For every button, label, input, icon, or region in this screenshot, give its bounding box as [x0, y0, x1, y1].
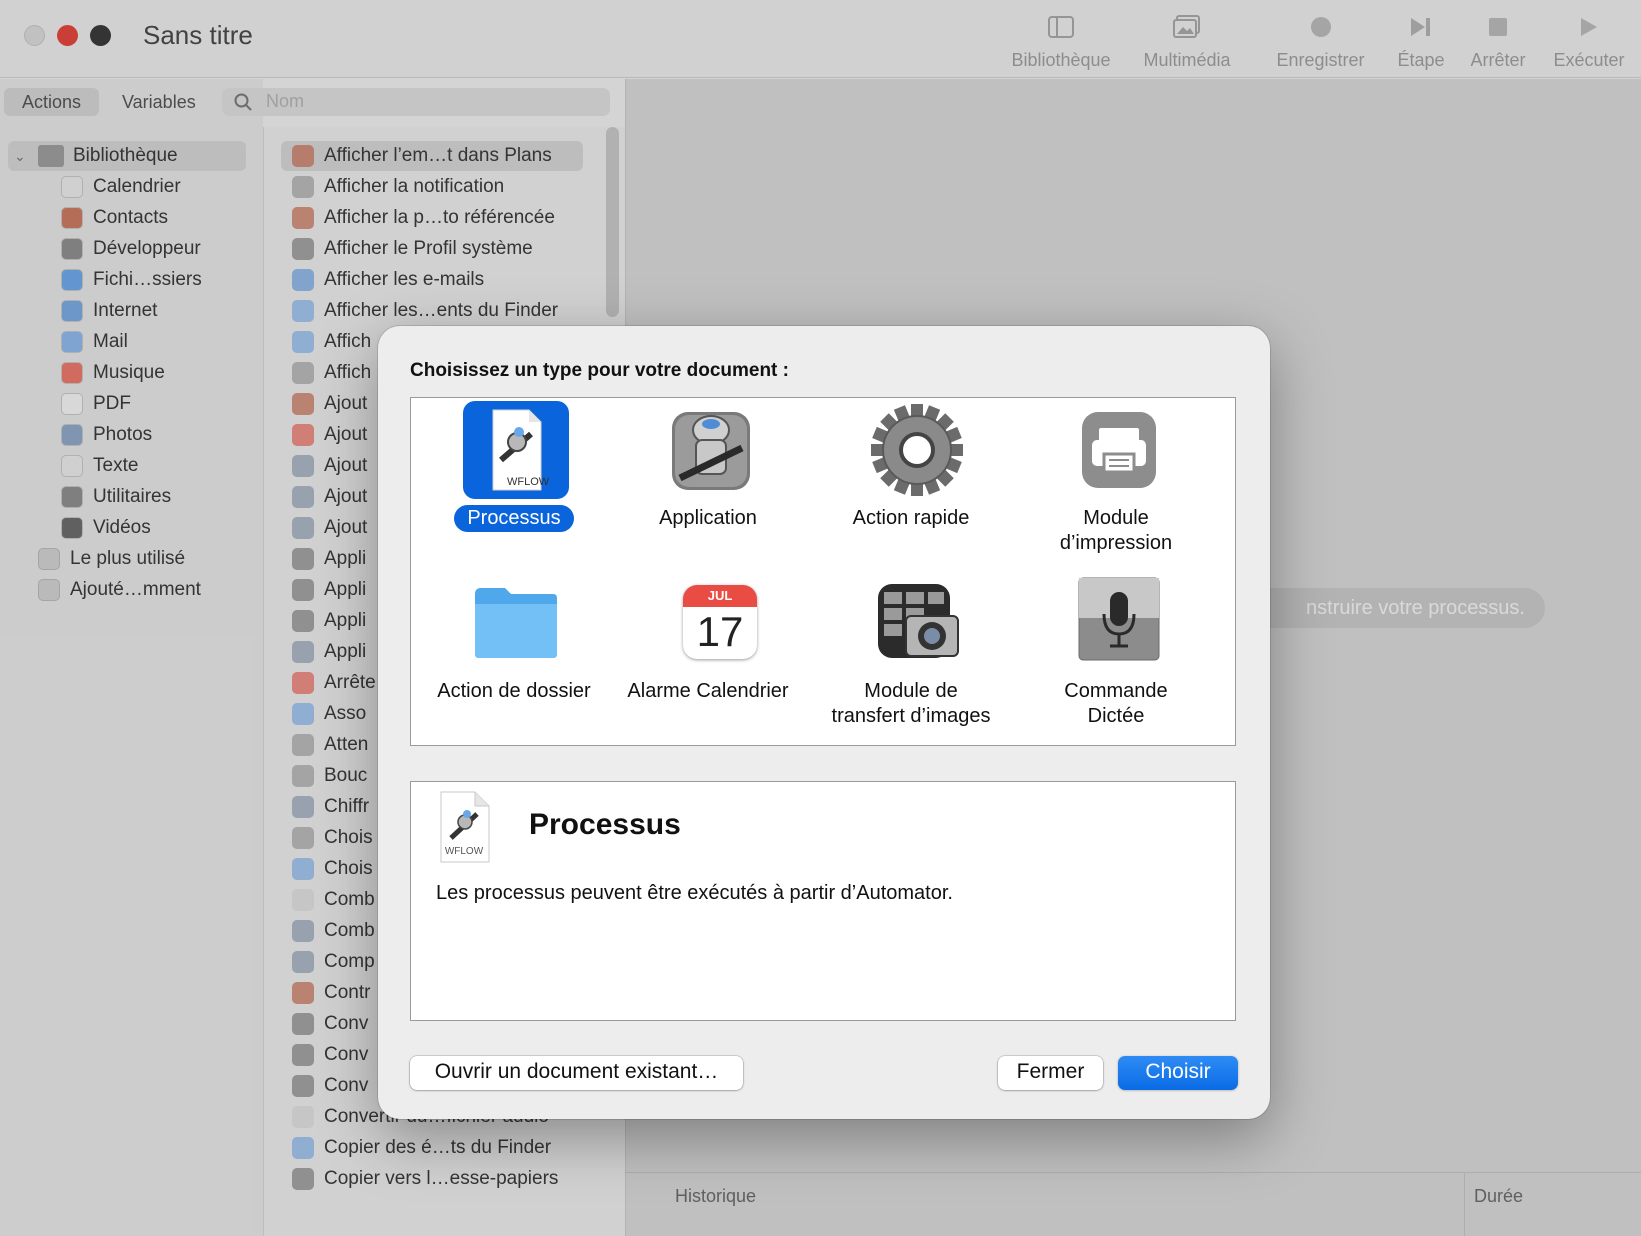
type-calendar-alarm-label: Alarme Calendrier [627, 680, 789, 702]
automator-robot-icon [672, 412, 750, 490]
description-title: Processus [529, 808, 681, 841]
type-quick-action[interactable]: Action rapide [809, 505, 1013, 532]
printer-icon [1082, 412, 1156, 488]
type-application-label: Application [659, 507, 757, 529]
description-wflow-tag: WFLOW [444, 846, 484, 857]
type-application[interactable]: Application [606, 505, 810, 532]
image-capture-icon [878, 584, 959, 658]
dialog-title: Choisissez un type pour votre document : [410, 360, 789, 381]
choose-button[interactable]: Choisir [1118, 1056, 1238, 1090]
type-description-panel: WFLOW Processus Les processus peuvent êt… [410, 781, 1236, 1021]
microphone-icon [1078, 577, 1160, 661]
calendar-month: JUL [683, 585, 757, 607]
type-processus-label: Processus [454, 505, 574, 532]
calendar-day: 17 [696, 608, 744, 655]
type-folder-action[interactable]: Action de dossier [412, 678, 616, 705]
folder-icon [475, 588, 557, 658]
type-image-capture-label: Module de transfert d’images [831, 680, 991, 727]
wflow-tag: WFLOW [507, 476, 550, 488]
gear-icon [871, 404, 963, 496]
type-processus[interactable]: Processus [412, 505, 616, 532]
type-dictation-command[interactable]: Commande Dictée [1014, 678, 1218, 730]
type-print-plugin-label: Module d’impression [1059, 507, 1173, 554]
close-button[interactable]: Fermer [998, 1056, 1103, 1090]
type-folder-action-label: Action de dossier [437, 680, 591, 702]
type-image-capture[interactable]: Module de transfert d’images [809, 678, 1013, 730]
type-quick-action-label: Action rapide [852, 507, 970, 529]
description-text: Les processus peuvent être exécutés à pa… [436, 882, 953, 904]
calendar-icon: JUL 17 [683, 585, 757, 659]
type-print-plugin[interactable]: Module d’impression [1014, 505, 1218, 557]
type-calendar-alarm[interactable]: Alarme Calendrier [606, 678, 810, 705]
document-type-grid: WFLOW Processus Application Action rapid… [410, 397, 1236, 746]
open-existing-button[interactable]: Ouvrir un document existant… [410, 1056, 743, 1090]
document-type-dialog: Choisissez un type pour votre document :… [378, 326, 1270, 1119]
type-dictation-command-label: Commande Dictée [1064, 680, 1168, 727]
